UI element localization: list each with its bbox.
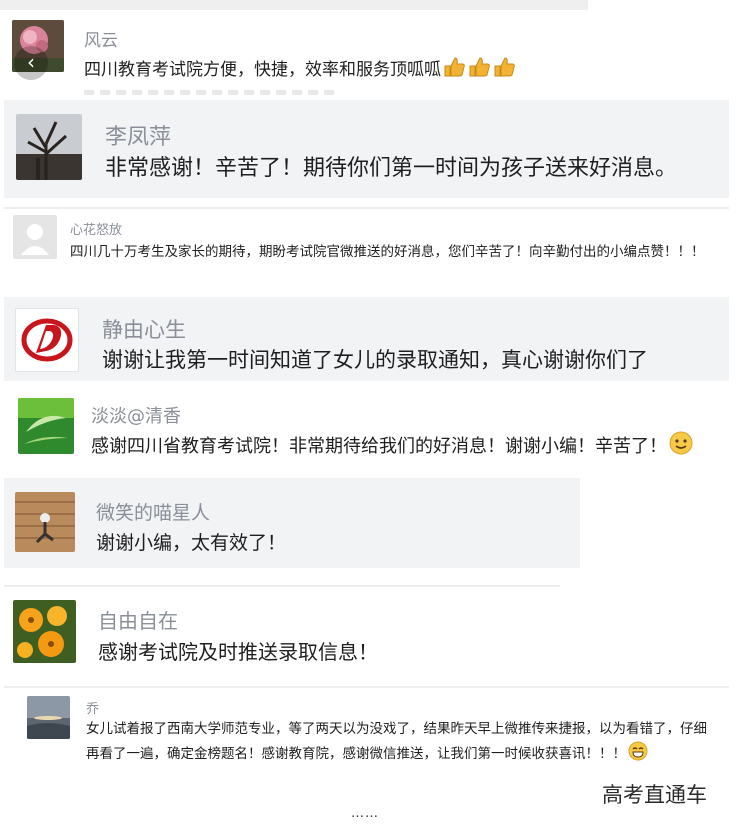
more-ellipsis: …… bbox=[351, 806, 379, 821]
comment-author: 风云 bbox=[84, 31, 118, 51]
thumbs-up-icon bbox=[443, 56, 517, 86]
comment-text: 谢谢小编，太有效了！ bbox=[96, 532, 287, 554]
comment-author: 李凤萍 bbox=[105, 125, 172, 150]
avatar-lifengping bbox=[16, 114, 82, 180]
comment-text: 四川几十万考生及家长的期待，期盼考试院官微推送的好消息，您们辛苦了！向辛勤付出的… bbox=[70, 244, 705, 260]
comment-text: 谢谢让我第一时间知道了女儿的录取通知，真心谢谢你们了 bbox=[102, 348, 648, 372]
avatar-jingyouxinsheng bbox=[15, 308, 79, 372]
grin-emoji-icon bbox=[628, 741, 648, 769]
smile-emoji-icon bbox=[669, 431, 693, 464]
comment-text: 女儿试着报了西南大学师范专业，等了两天以为没戏了，结果昨天早上微推传来捷报，以为… bbox=[86, 718, 716, 769]
comment-text: 四川教育考试院方便，快捷，效率和服务顶呱呱 bbox=[84, 56, 517, 86]
avatar-dandanqingxiang bbox=[18, 398, 74, 454]
avatar-ziyouzizai bbox=[13, 600, 76, 663]
comment-author: 自由自在 bbox=[98, 609, 178, 633]
comment-author: 乔 bbox=[86, 702, 100, 717]
truncated-text bbox=[84, 90, 334, 95]
comment-card-5: 淡淡@清香 感谢四川省教育考试院！非常期待给我们的好消息！谢谢小编！辛苦了！ bbox=[4, 386, 729, 470]
avatar-qiao bbox=[27, 696, 70, 739]
comment-card-4: 静由心生 谢谢让我第一时间知道了女儿的录取通知，真心谢谢你们了 bbox=[4, 297, 729, 381]
comment-card-1: ‹ 风云 四川教育考试院方便，快捷，效率和服务顶呱呱 bbox=[0, 0, 588, 95]
watermark: 高考直通车 bbox=[602, 783, 707, 807]
comment-text: 感谢考试院及时推送录取信息！ bbox=[98, 640, 378, 664]
avatar-weixiaodemiaoxingren bbox=[15, 492, 75, 552]
comment-card-7: 自由自在 感谢考试院及时推送录取信息！ bbox=[4, 585, 560, 677]
comment-card-2: 李凤萍 非常感谢！辛苦了！期待你们第一时间为孩子送来好消息。 bbox=[4, 100, 729, 198]
comment-text: 非常感谢！辛苦了！期待你们第一时间为孩子送来好消息。 bbox=[105, 156, 678, 181]
comment-text: 感谢四川省教育考试院！非常期待给我们的好消息！谢谢小编！辛苦了！ bbox=[91, 431, 693, 464]
comment-card-3: 心花怒放 四川几十万考生及家长的期待，期盼考试院官微推送的好消息，您们辛苦了！向… bbox=[4, 207, 729, 295]
comment-card-6: 微笑的喵星人 谢谢小编，太有效了！ bbox=[4, 478, 580, 568]
default-user-avatar-icon bbox=[13, 215, 57, 259]
comment-author: 微笑的喵星人 bbox=[96, 502, 211, 524]
comment-author: 心花怒放 bbox=[70, 223, 123, 238]
divider bbox=[0, 0, 588, 10]
comment-author: 淡淡@清香 bbox=[91, 406, 181, 427]
chevron-left-icon[interactable]: ‹ bbox=[14, 46, 48, 80]
comment-author: 静由心生 bbox=[102, 318, 186, 342]
